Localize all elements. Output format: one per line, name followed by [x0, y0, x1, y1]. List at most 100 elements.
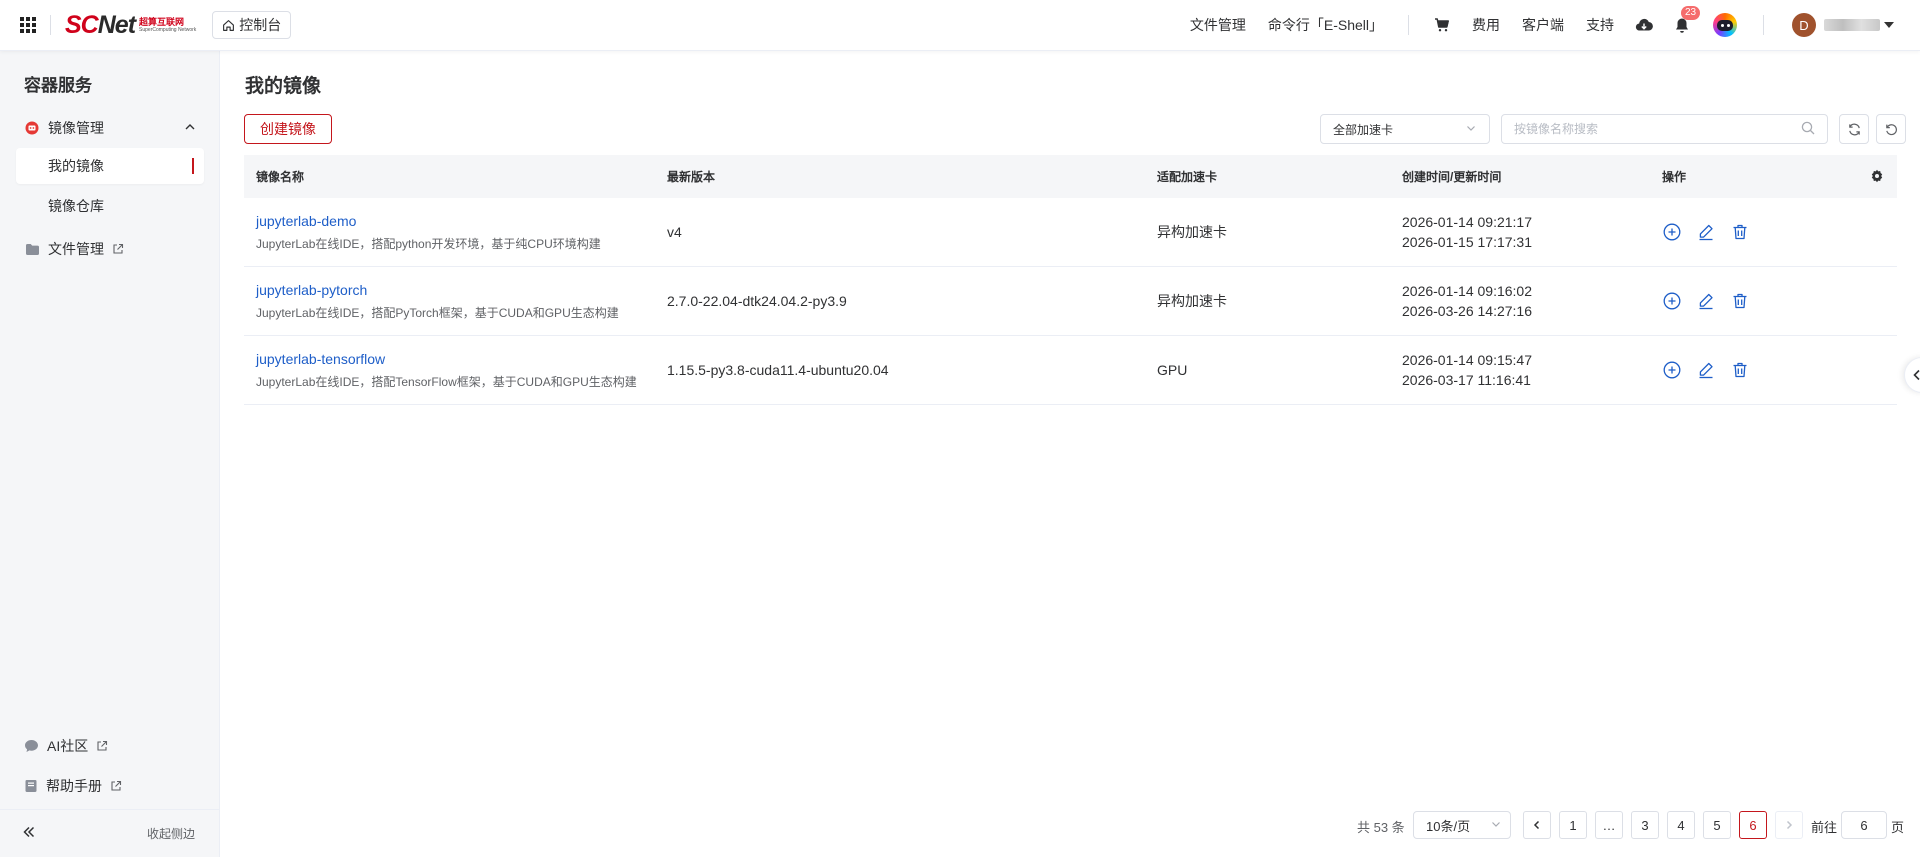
side-drawer-toggle[interactable] — [1904, 357, 1920, 393]
gear-icon[interactable] — [1870, 169, 1884, 186]
add-version-icon[interactable] — [1662, 223, 1681, 242]
nav-billing[interactable]: 费用 — [1472, 15, 1500, 35]
accelerator-card: 异构加速卡 — [1157, 224, 1227, 240]
delete-icon[interactable] — [1730, 223, 1749, 242]
bell-icon[interactable]: 23 — [1673, 6, 1701, 34]
help-manual-label: 帮助手册 — [46, 778, 102, 794]
chevron-left-icon — [1533, 820, 1540, 830]
add-version-icon[interactable] — [1662, 361, 1681, 380]
row-actions — [1662, 361, 1749, 380]
sidebar-link-help-manual[interactable]: 帮助手册 — [24, 776, 122, 796]
cart-icon[interactable] — [1433, 16, 1451, 34]
sidebar-item-my-images[interactable]: 我的镜像 — [16, 148, 204, 184]
updated-time: 2026-03-26 14:27:16 — [1402, 303, 1532, 319]
sidebar-item-image-repository[interactable]: 镜像仓库 — [16, 188, 204, 224]
cloud-download-icon[interactable] — [1635, 16, 1653, 34]
nav-client[interactable]: 客户端 — [1522, 15, 1564, 35]
user-name-redacted — [1824, 19, 1880, 31]
image-name-link[interactable]: jupyterlab-tensorflow — [256, 351, 637, 367]
image-name-cell: jupyterlab-pytorch JupyterLab在线IDE，搭配PyT… — [256, 282, 619, 321]
accelerator-card: 异构加速卡 — [1157, 293, 1227, 309]
page-title: 我的镜像 — [245, 76, 322, 97]
chevron-down-icon — [1490, 818, 1502, 833]
image-name-link[interactable]: jupyterlab-demo — [256, 213, 601, 229]
create-image-button[interactable]: 创建镜像 — [244, 114, 332, 144]
image-version: 1.15.5-py3.8-cuda11.4-ubuntu20.04 — [667, 362, 889, 378]
search-box — [1501, 114, 1828, 144]
sidebar-title: 容器服务 — [24, 76, 92, 95]
sidebar: 容器服务 镜像管理 我的镜像 镜像仓库 文件管理 AI社区 帮助手册 收起侧边 — [0, 51, 220, 857]
double-chevron-left-icon[interactable] — [22, 825, 36, 842]
scnet-logo[interactable]: SCNet 超算互联网 SuperComputing Network — [65, 10, 196, 40]
page-button-3[interactable]: 3 — [1631, 811, 1659, 839]
caret-down-icon — [1884, 22, 1894, 28]
page-button-1[interactable]: 1 — [1559, 811, 1587, 839]
search-icon[interactable] — [1801, 121, 1815, 138]
collapse-sidebar-button[interactable]: 收起侧边 — [147, 825, 195, 842]
page-ellipsis-button[interactable]: … — [1595, 811, 1623, 839]
prev-page-button[interactable] — [1523, 811, 1551, 839]
sidebar-link-ai-community[interactable]: AI社区 — [24, 736, 108, 756]
sidebar-group-file-management[interactable]: 文件管理 — [16, 231, 204, 267]
page-size-select[interactable]: 10条/页 — [1413, 811, 1511, 839]
image-name-cell: jupyterlab-tensorflow JupyterLab在线IDE，搭配… — [256, 351, 637, 390]
reset-button[interactable] — [1876, 114, 1906, 144]
page-button-6-current[interactable]: 6 — [1739, 811, 1767, 839]
column-header-accelerator: 适配加速卡 — [1157, 170, 1218, 184]
sidebar-group-label: 镜像管理 — [48, 120, 104, 136]
console-label: 控制台 — [239, 17, 282, 33]
goto-page-input[interactable]: 6 — [1841, 811, 1887, 839]
home-icon — [223, 19, 235, 31]
external-link-icon — [96, 740, 108, 752]
apps-grid-icon[interactable] — [20, 17, 36, 33]
divider — [50, 15, 51, 35]
user-menu[interactable]: D — [1792, 13, 1894, 37]
divider — [1763, 15, 1764, 35]
goto-suffix: 页 — [1891, 820, 1905, 835]
column-header-time: 创建时间/更新时间 — [1402, 170, 1502, 184]
chevron-up-icon — [184, 120, 196, 136]
image-version: v4 — [667, 224, 682, 240]
page-button-4[interactable]: 4 — [1667, 811, 1695, 839]
refresh-button[interactable] — [1839, 114, 1869, 144]
created-time: 2026-01-14 09:21:17 — [1402, 214, 1532, 230]
add-version-icon[interactable] — [1662, 292, 1681, 311]
console-button[interactable]: 控制台 — [212, 11, 292, 39]
goto-prefix: 前往 — [1811, 820, 1838, 835]
logo-text: SCNet — [65, 10, 136, 39]
main-content: 我的镜像 创建镜像 全部加速卡 镜像名称 最新版本 适配加速卡 创建时间/更新时… — [221, 51, 1920, 857]
image-name-link[interactable]: jupyterlab-pytorch — [256, 282, 619, 298]
image-table: 镜像名称 最新版本 适配加速卡 创建时间/更新时间 操作 jupyterlab-… — [244, 155, 1897, 405]
pagination: 共 53 条 10条/页 1 … 3 4 5 6 前往 6 页 — [221, 811, 1920, 839]
delete-icon[interactable] — [1730, 292, 1749, 311]
sidebar-group-label: 文件管理 — [48, 241, 104, 257]
nav-support[interactable]: 支持 — [1586, 15, 1614, 35]
accelerator-filter-select[interactable]: 全部加速卡 — [1320, 114, 1490, 144]
page-button-5[interactable]: 5 — [1703, 811, 1731, 839]
top-right-nav: 文件管理 命令行「E-Shell」 费用 客户端 支持 23 D — [1179, 0, 1920, 50]
column-header-version: 最新版本 — [667, 170, 716, 184]
folder-icon — [24, 241, 40, 257]
row-actions — [1662, 292, 1749, 311]
next-page-button[interactable] — [1775, 811, 1803, 839]
total-count: 共 53 条 — [1357, 820, 1405, 835]
nav-file-manager[interactable]: 文件管理 — [1190, 15, 1246, 35]
delete-icon[interactable] — [1730, 361, 1749, 380]
chevron-left-icon — [1913, 369, 1920, 381]
filter-select-value: 全部加速卡 — [1333, 122, 1394, 137]
edit-icon[interactable] — [1696, 361, 1715, 380]
edit-icon[interactable] — [1696, 223, 1715, 242]
time-cell: 2026-01-14 09:21:17 2026-01-15 17:17:31 — [1402, 212, 1532, 252]
sidebar-footer: 收起侧边 — [0, 809, 219, 857]
edit-icon[interactable] — [1696, 292, 1715, 311]
sidebar-group-image-management[interactable]: 镜像管理 — [16, 110, 204, 146]
search-input[interactable] — [1514, 122, 1801, 136]
column-header-name: 镜像名称 — [256, 170, 305, 184]
table-header: 镜像名称 最新版本 适配加速卡 创建时间/更新时间 操作 — [244, 155, 1897, 198]
image-version: 2.7.0-22.04-dtk24.04.2-py3.9 — [667, 293, 847, 309]
nav-eshell[interactable]: 命令行「E-Shell」 — [1268, 15, 1383, 35]
avatar: D — [1792, 13, 1816, 37]
chevron-down-icon — [1465, 122, 1477, 137]
image-name-cell: jupyterlab-demo JupyterLab在线IDE，搭配python… — [256, 213, 601, 252]
ai-assistant-icon[interactable] — [1713, 13, 1737, 37]
